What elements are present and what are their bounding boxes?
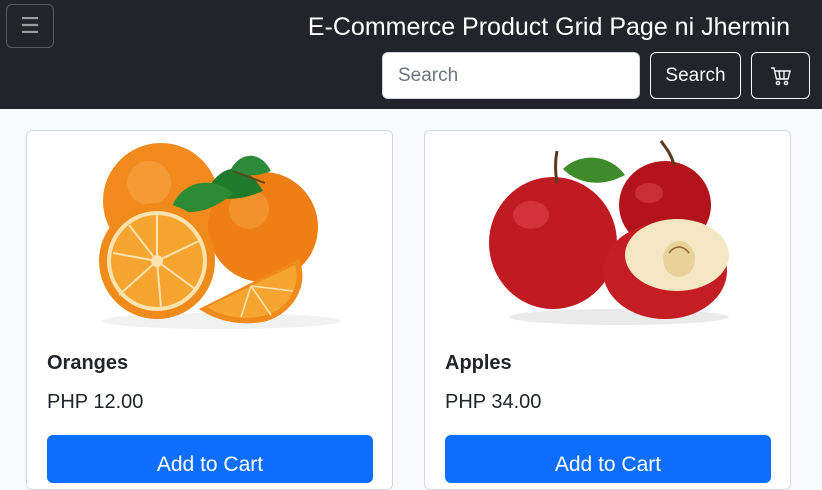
product-card: Oranges PHP 12.00 Add to Cart <box>26 130 393 490</box>
product-name: Oranges <box>47 352 129 374</box>
search-button[interactable]: Search <box>650 52 741 99</box>
cart-button[interactable] <box>751 52 810 99</box>
search-input[interactable] <box>382 52 640 99</box>
navbar-toggler-button[interactable]: ☰ <box>6 4 54 48</box>
product-image <box>469 131 747 331</box>
product-image <box>71 131 349 331</box>
add-to-cart-button[interactable]: Add to Cart <box>47 435 373 483</box>
product-price: PHP 12.00 <box>47 391 144 413</box>
cart-icon <box>770 66 791 85</box>
product-name: Apples <box>445 352 512 374</box>
navbar: ☰ E-Commerce Product Grid Page ni Jhermi… <box>0 0 822 109</box>
product-price: PHP 34.00 <box>445 391 542 413</box>
navbar-brand[interactable]: E-Commerce Product Grid Page ni Jhermin <box>308 13 790 42</box>
add-to-cart-button[interactable]: Add to Cart <box>445 435 771 483</box>
product-card: Apples PHP 34.00 Add to Cart <box>424 130 791 490</box>
menu-icon: ☰ <box>20 13 40 38</box>
